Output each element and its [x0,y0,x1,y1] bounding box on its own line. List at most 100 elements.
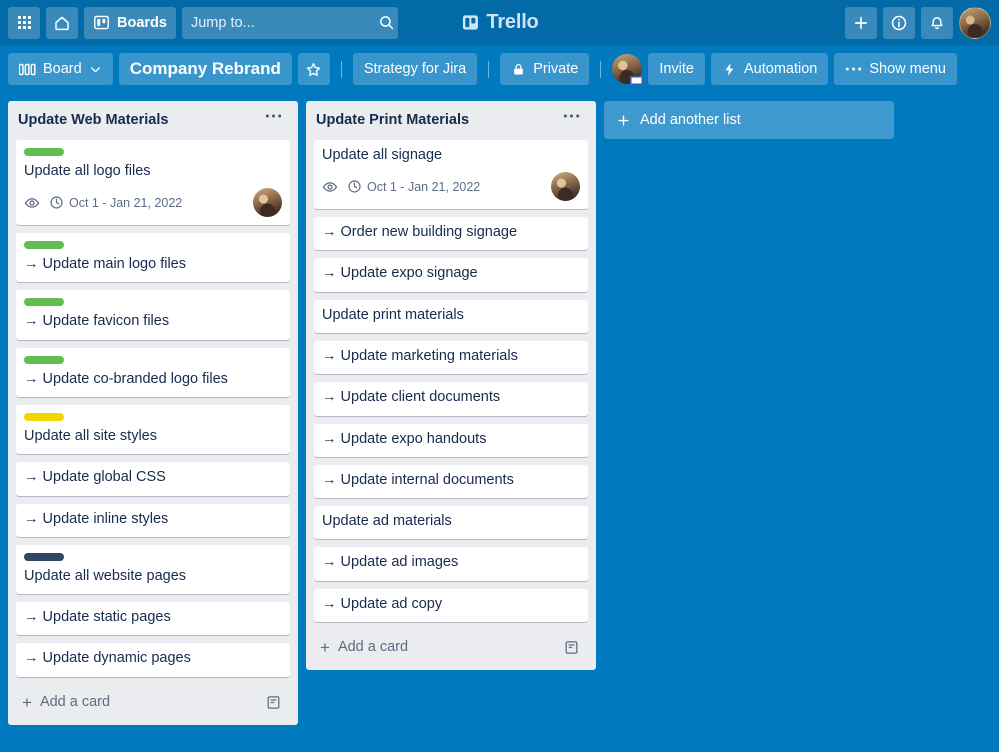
card[interactable]: → Update client documents [314,382,588,416]
information-button[interactable] [883,6,915,39]
card-label-green [24,241,64,250]
search-input[interactable] [190,14,378,31]
card[interactable]: Update print materials [314,299,588,333]
grid-apps-icon [17,16,31,29]
card-title: → Update expo handouts [322,430,487,447]
due-date-text: Oct 1 - Jan 21, 2022 [367,179,481,194]
card-label-yellow [24,412,64,421]
card[interactable]: → Update ad images [314,547,588,581]
add-card-button[interactable]: + Add a card [314,630,588,662]
notifications-button[interactable] [921,6,953,39]
card[interactable]: → Update inline styles [16,503,290,537]
card-title: → Update marketing materials [322,347,518,364]
list-title[interactable]: Update Web Materials [18,111,261,130]
card-title: → Update client documents [322,389,501,406]
card[interactable]: → Order new building signage [314,217,588,251]
boards-button[interactable]: Boards [84,6,176,39]
card[interactable]: → Update ad copy [314,588,588,622]
automation-button[interactable]: Automation [711,53,829,85]
card-title: Update all logo files [24,162,151,179]
card[interactable]: → Update co-branded logo files [16,347,290,397]
card[interactable]: → Update static pages [16,602,290,636]
boards-label: Boards [117,14,167,31]
card[interactable]: Update all logo files Oct 1 - Jan 21, 20… [16,139,290,226]
due-date-text: Oct 1 - Jan 21, 2022 [69,195,183,210]
card[interactable]: Update all site styles [16,404,290,455]
list-header: Update Print Materials [314,109,592,140]
card-member-avatar[interactable] [551,172,580,202]
star-icon [305,61,322,78]
card-title: → Update ad copy [322,595,443,612]
card[interactable]: → Update dynamic pages [16,643,290,677]
card-title: Update all signage [322,146,443,163]
home-button[interactable] [46,6,78,39]
top-navigation-bar: Boards Trello [0,0,999,45]
show-menu-button[interactable]: Show menu [834,53,957,85]
card-badges: Oct 1 - Jan 21, 2022 [322,172,580,202]
board-member-avatar[interactable] [612,54,644,85]
plus-icon: + [320,637,330,657]
list-actions-menu-button[interactable] [261,111,286,121]
card-template-icon[interactable] [265,694,282,711]
card-title: → Update inline styles [24,510,169,527]
card-title: → Update global CSS [24,469,166,486]
board-visibility-button[interactable]: Private [500,53,590,85]
card[interactable]: → Update marketing materials [314,340,588,375]
board-header-bar: Board Company Rebrand Strategy for Jira … [0,45,999,93]
add-another-list-label: Add another list [640,112,741,128]
card-label-green [24,298,64,307]
card[interactable]: → Update global CSS [16,462,290,496]
list-actions-menu-button[interactable] [559,111,584,121]
visibility-label: Private [533,61,579,77]
card[interactable]: → Update internal documents [314,464,588,499]
card[interactable]: Update all website pages [16,544,290,595]
user-avatar[interactable] [959,6,991,39]
card[interactable]: → Update expo handouts [314,423,588,457]
card-member-avatar[interactable] [253,188,282,218]
invite-label: Invite [659,61,694,77]
add-button[interactable] [845,6,877,39]
watch-badge [24,195,40,211]
clock-icon [49,195,64,210]
trello-brand-logo[interactable]: Trello [460,11,539,34]
search-box[interactable] [181,6,398,39]
card-title: → Update main logo files [24,256,186,273]
add-card-label: Add a card [39,694,111,711]
card-template-icon[interactable] [563,639,580,656]
card[interactable]: Update all signage Oct 1 - Jan 21, 2022 [314,139,588,210]
card[interactable]: → Update main logo files [16,233,290,283]
header-divider-2 [488,60,490,78]
clock-icon [347,179,362,194]
card[interactable]: Update ad materials [314,506,588,540]
add-another-list-button[interactable]: Add another list [604,101,894,139]
board-view-switcher[interactable]: Board [8,53,113,85]
card-title: → Update ad images [322,554,459,571]
card-title: Update all site styles [24,427,157,444]
add-card-button[interactable]: + Add a card [16,685,290,717]
lock-icon [511,62,526,77]
list-cards-scroll-area[interactable]: Update all signage Oct 1 - Jan 21, 2022 … [314,139,592,630]
card-badges: Oct 1 - Jan 21, 2022 [24,188,282,218]
search-icon[interactable] [378,14,395,31]
card-label-green [24,355,64,364]
card-title: → Order new building signage [322,224,518,241]
list-update-web-materials: Update Web Materials Update all logo fil… [8,101,298,725]
header-divider-3 [600,60,602,78]
card[interactable]: → Update expo signage [314,258,588,292]
team-name-button[interactable]: Strategy for Jira [352,53,478,85]
eye-icon [24,195,40,211]
card-title: Update print materials [322,306,464,323]
board-columns-icon [19,63,36,76]
star-board-button[interactable] [297,53,330,85]
automation-label: Automation [744,61,818,77]
card[interactable]: → Update favicon files [16,290,290,340]
list-cards-scroll-area[interactable]: Update all logo files Oct 1 - Jan 21, 20… [16,139,294,685]
list-title[interactable]: Update Print Materials [316,111,559,130]
card-title: → Update internal documents [322,471,514,488]
home-icon [53,14,71,32]
board-title[interactable]: Company Rebrand [118,53,292,85]
invite-button[interactable]: Invite [648,53,705,85]
card-title: → Update expo signage [322,265,478,282]
apps-switcher-button[interactable] [8,6,40,39]
board-icon [93,14,110,31]
